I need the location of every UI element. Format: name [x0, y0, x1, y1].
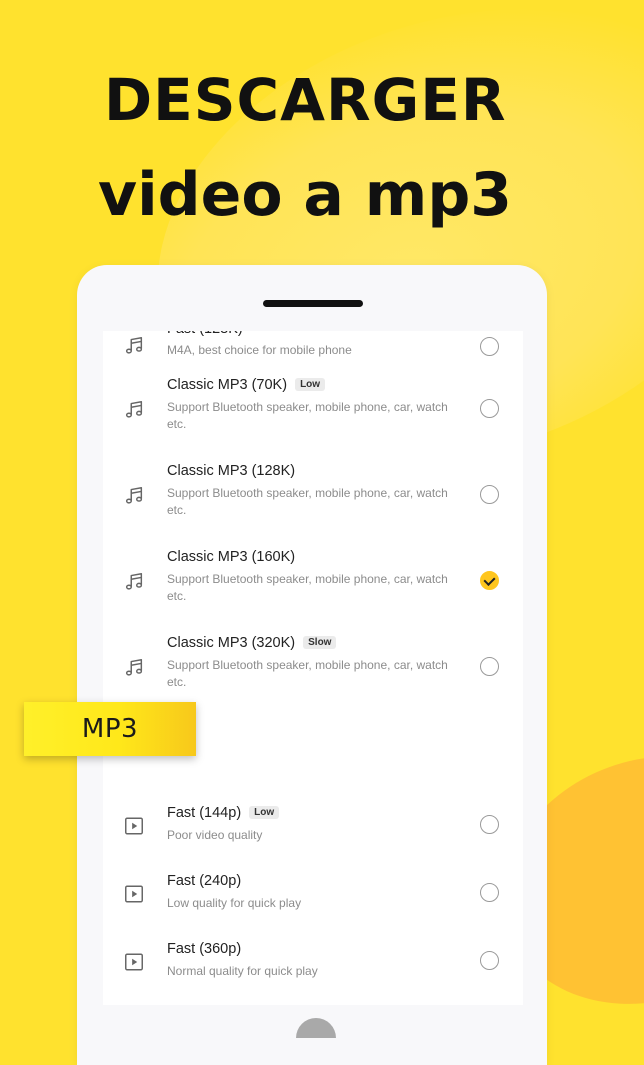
format-option-description: Normal quality for quick play — [167, 964, 318, 978]
music-note-icon — [123, 335, 145, 357]
format-option-title: Fast (360p) — [167, 941, 241, 957]
format-option-title-text: Fast (240p) — [167, 873, 242, 889]
format-option-title: Fast (144p) Low — [167, 805, 280, 821]
format-option-row[interactable]: Fast (144p) Low Poor video quality — [103, 805, 523, 873]
music-note-icon — [123, 399, 145, 421]
play-video-icon — [123, 815, 145, 837]
play-video-icon — [123, 883, 145, 905]
format-option-description: M4A, best choice for mobile phone — [167, 343, 352, 357]
format-option-title-text: Fast (144p) — [167, 805, 242, 821]
radio-button[interactable] — [480, 399, 499, 418]
music-note-icon — [123, 571, 145, 593]
format-option-title-text: Classic MP3 (70K) — [167, 377, 288, 393]
mp3-label-tag: MP3 — [24, 702, 196, 756]
format-option-title-text: Classic MP3 (128K) — [167, 463, 296, 479]
format-option-title: Classic MP3 (128K) — [167, 463, 295, 479]
radio-button[interactable] — [480, 815, 499, 834]
radio-button[interactable] — [480, 883, 499, 902]
phone-notch — [263, 300, 363, 307]
format-option-description: Poor video quality — [167, 828, 263, 842]
format-option-row[interactable]: Classic MP3 (160K) Support Bluetooth spea… — [103, 549, 523, 635]
radio-button[interactable] — [480, 337, 499, 356]
radio-button[interactable] — [480, 485, 499, 504]
format-option-title: Fast (128K) — [167, 331, 243, 337]
format-list-screen[interactable]: Fast (128K) M4A, best choice for mobile p… — [103, 331, 523, 1005]
format-option-description: Support Bluetooth speaker, mobile phone,… — [167, 486, 448, 517]
format-option-title-text: Fast (128K) — [167, 331, 243, 337]
format-option-description: Low quality for quick play — [167, 896, 302, 910]
speed-badge: Slow — [303, 636, 337, 649]
format-option-row[interactable]: Classic MP3 (128K) Support Bluetooth spea… — [103, 463, 523, 549]
radio-button[interactable] — [480, 657, 499, 676]
music-note-icon — [123, 657, 145, 679]
format-option-row[interactable]: Classic MP3 (70K) Low Support Bluetooth sp… — [103, 377, 523, 463]
play-video-icon — [123, 951, 145, 973]
format-option-description: Support Bluetooth speaker, mobile phone,… — [167, 658, 448, 689]
format-option-title-text: Classic MP3 (320K) — [167, 635, 296, 651]
format-option-title: Classic MP3 (70K) Low — [167, 377, 326, 393]
format-option-title-text: Classic MP3 (160K) — [167, 549, 296, 565]
format-option-title: Fast (240p) — [167, 873, 241, 889]
format-option-title-text: Fast (360p) — [167, 941, 242, 957]
format-option-title: Classic MP3 (320K) Slow — [167, 635, 337, 651]
radio-button-selected[interactable] — [480, 571, 499, 590]
speed-badge: Low — [295, 378, 326, 391]
music-note-icon — [123, 485, 145, 507]
speed-badge: Low — [249, 806, 280, 819]
format-option-row[interactable]: Fast (360p) Normal quality for quick play — [103, 941, 523, 1005]
phone-frame: Fast (128K) M4A, best choice for mobile p… — [77, 265, 547, 1065]
format-option-row[interactable]: Fast (240p) Low quality for quick play — [103, 873, 523, 941]
format-option-list: Fast (128K) M4A, best choice for mobile p… — [103, 331, 523, 1005]
format-option-title: Classic MP3 (160K) — [167, 549, 295, 565]
headline-line-1: DESCARGER — [104, 66, 507, 134]
format-option-row[interactable]: Fast (128K) M4A, best choice for mobile p… — [103, 331, 523, 377]
format-option-description: Support Bluetooth speaker, mobile phone,… — [167, 400, 448, 431]
radio-button[interactable] — [480, 951, 499, 970]
format-option-description: Support Bluetooth speaker, mobile phone,… — [167, 572, 448, 603]
headline-line-2: video a mp3 — [98, 160, 513, 230]
